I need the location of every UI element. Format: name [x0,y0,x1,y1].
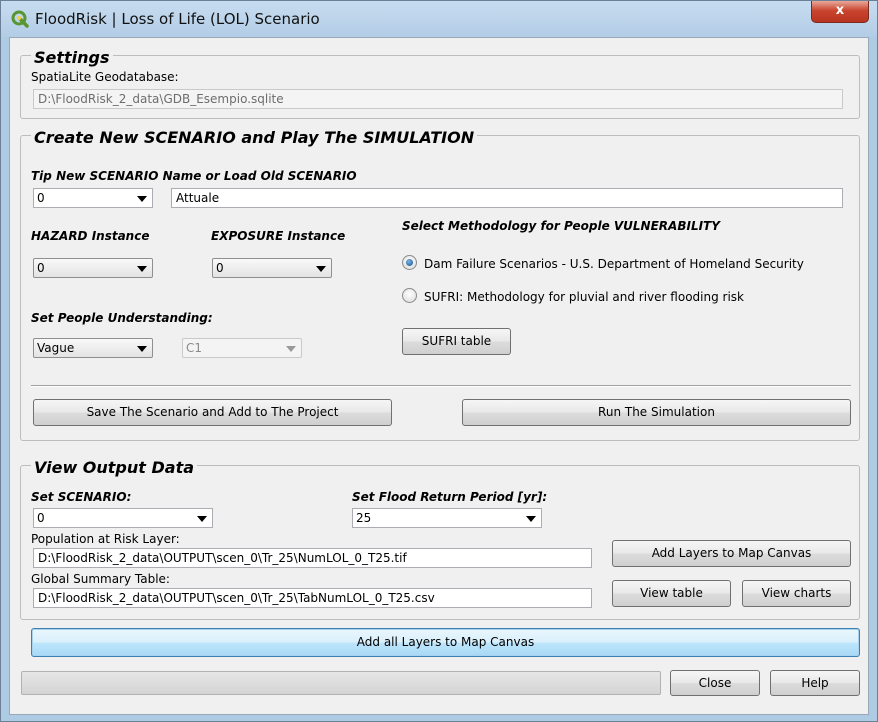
output-group-title: View Output Data [31,458,198,477]
hazard-select-value: 0 [37,261,45,275]
population-layer-field[interactable]: D:\FloodRisk_2_data\OUTPUT\scen_0\Tr_25\… [33,548,592,568]
output-group: View Output Data Set SCENARIO: 0 Set Flo… [20,458,860,620]
dialog-body: Settings SpatiaLite Geodatabase: D:\Floo… [9,37,869,715]
add-all-layers-button[interactable]: Add all Layers to Map Canvas [31,628,860,657]
hazard-select[interactable]: 0 [33,258,153,278]
exposure-label: EXPOSURE Instance [211,229,346,243]
output-scenario-value: 0 [37,511,45,525]
hazard-label: HAZARD Instance [31,229,150,243]
dialog-window: FloodRisk | Loss of Life (LOL) Scenario … [0,0,878,722]
window-title: FloodRisk | Loss of Life (LOL) Scenario [35,10,320,28]
settings-group: Settings SpatiaLite Geodatabase: D:\Floo… [20,48,860,119]
geodb-path-field[interactable]: D:\FloodRisk_2_data\GDB_Esempio.sqlite [33,89,843,109]
chevron-down-icon [286,346,296,352]
radio-dam-failure[interactable] [402,255,417,270]
view-table-button[interactable]: View table [612,580,731,607]
understanding-select-value: Vague [37,341,75,355]
chevron-down-icon [526,516,536,522]
scenario-select-value: 0 [37,191,45,205]
scenario-name-input[interactable]: Attuale [171,188,843,208]
sufri-table-button[interactable]: SUFRI table [402,328,511,355]
save-scenario-button[interactable]: Save The Scenario and Add to The Project [33,399,392,426]
population-layer-label: Population at Risk Layer: [31,532,180,546]
chevron-down-icon [137,266,147,272]
exposure-select[interactable]: 0 [212,258,332,278]
c1-select[interactable]: C1 [182,338,302,358]
radio-sufri-label[interactable]: SUFRI: Methodology for pluvial and river… [424,290,744,304]
scenario-select[interactable]: 0 [33,188,153,208]
run-simulation-button[interactable]: Run The Simulation [462,399,851,426]
summary-table-field[interactable]: D:\FloodRisk_2_data\OUTPUT\scen_0\Tr_25\… [33,588,592,608]
return-period-value: 25 [356,511,372,525]
radio-sufri[interactable] [402,288,417,303]
output-scenario-select[interactable]: 0 [33,508,213,528]
exposure-select-value: 0 [216,261,224,275]
create-scenario-group-title: Create New SCENARIO and Play The SIMULAT… [31,128,478,147]
summary-table-label: Global Summary Table: [31,572,170,586]
add-layers-button[interactable]: Add Layers to Map Canvas [612,540,851,567]
c1-select-value: C1 [186,341,203,355]
radio-dam-failure-label[interactable]: Dam Failure Scenarios - U.S. Department … [424,257,804,271]
close-button[interactable]: Close [670,670,760,696]
methodology-label: Select Methodology for People VULNERABIL… [402,219,720,233]
chevron-down-icon [137,346,147,352]
return-period-label: Set Flood Return Period [yr]: [352,490,548,504]
return-period-select[interactable]: 25 [352,508,542,528]
qgis-logo-icon [11,10,29,28]
chevron-down-icon [137,196,147,202]
output-scenario-label: Set SCENARIO: [31,490,132,504]
help-button[interactable]: Help [770,670,860,696]
separator [31,385,851,387]
close-icon[interactable]: x [811,1,869,23]
understanding-label: Set People Understanding: [31,311,213,325]
progress-bar [21,671,661,695]
chevron-down-icon [316,266,326,272]
understanding-select[interactable]: Vague [33,338,153,358]
chevron-down-icon [197,516,207,522]
scenario-name-label: Tip New SCENARIO Name or Load Old SCENAR… [31,169,357,183]
geodb-label: SpatiaLite Geodatabase: [31,70,179,84]
settings-group-title: Settings [31,48,113,67]
title-bar[interactable]: FloodRisk | Loss of Life (LOL) Scenario … [1,1,877,37]
create-scenario-group: Create New SCENARIO and Play The SIMULAT… [20,128,860,441]
view-charts-button[interactable]: View charts [742,580,851,607]
